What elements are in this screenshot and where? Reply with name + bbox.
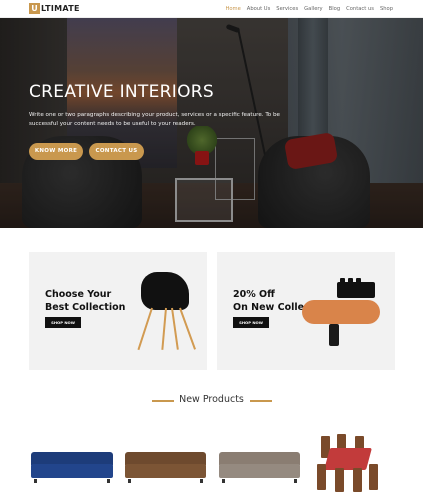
sofa-seat bbox=[125, 464, 206, 478]
sofa-seat bbox=[219, 464, 300, 478]
product-brown-sofa[interactable] bbox=[125, 452, 206, 483]
nav-services[interactable]: Services bbox=[276, 6, 298, 12]
dining-table bbox=[324, 448, 372, 470]
logo-text: LTIMATE bbox=[41, 4, 80, 13]
sofa-foot bbox=[200, 479, 203, 483]
hero-title: CREATIVE INTERIORS bbox=[29, 82, 214, 102]
title-divider-right bbox=[250, 400, 272, 402]
logo[interactable]: U LTIMATE bbox=[29, 3, 80, 14]
nav-gallery[interactable]: Gallery bbox=[304, 6, 322, 12]
chair-image bbox=[141, 272, 189, 310]
nav-home[interactable]: Home bbox=[225, 6, 240, 12]
product-grey-sofa[interactable] bbox=[219, 452, 300, 483]
site-header: U LTIMATE Home About Us Services Gallery… bbox=[0, 0, 423, 18]
hook-peg bbox=[348, 278, 353, 286]
logo-mark: U bbox=[29, 3, 40, 14]
dining-chair bbox=[335, 468, 344, 492]
dining-chair bbox=[369, 464, 378, 490]
hook-peg bbox=[340, 278, 345, 286]
product-blue-sofa[interactable] bbox=[31, 452, 113, 483]
sofa-foot bbox=[107, 479, 110, 483]
hook-clip-bottom bbox=[329, 324, 339, 346]
know-more-button[interactable]: KNOW MORE bbox=[29, 143, 83, 160]
promo-title-line1: Choose Your bbox=[45, 289, 112, 300]
hero-section: CREATIVE INTERIORS Write one or two para… bbox=[0, 18, 423, 228]
chair-leg bbox=[161, 307, 167, 350]
sofa-foot bbox=[128, 479, 131, 483]
hook-peg bbox=[356, 278, 361, 286]
promo-card-discount[interactable]: 20% Off On New Collection SHOP NOW bbox=[217, 252, 395, 370]
nav-about-us[interactable]: About Us bbox=[247, 6, 271, 12]
sofa-seat bbox=[31, 464, 113, 478]
shop-now-button[interactable]: SHOP NOW bbox=[233, 317, 269, 328]
sofa-foot bbox=[34, 479, 37, 483]
product-dining-set[interactable] bbox=[315, 434, 380, 494]
chair-leg bbox=[137, 307, 153, 351]
hook-rack-image bbox=[302, 300, 380, 324]
nav-shop[interactable]: Shop bbox=[380, 6, 393, 12]
nav-blog[interactable]: Blog bbox=[329, 6, 340, 12]
promo-card-collection[interactable]: Choose Your Best Collection SHOP NOW bbox=[29, 252, 207, 370]
promo-title-line2: Best Collection bbox=[45, 302, 126, 313]
promo-card-title: Choose Your Best Collection bbox=[45, 288, 125, 314]
nav-contact-us[interactable]: Contact us bbox=[346, 6, 374, 12]
shop-now-button[interactable]: SHOP NOW bbox=[45, 317, 81, 328]
sofa-foot bbox=[222, 479, 225, 483]
main-nav: Home About Us Services Gallery Blog Cont… bbox=[219, 0, 393, 18]
dining-chair bbox=[317, 464, 326, 490]
hero-description: Write one or two paragraphs describing y… bbox=[29, 112, 280, 127]
sofa-foot bbox=[294, 479, 297, 483]
dining-chair bbox=[353, 468, 362, 492]
new-products-title: New Products bbox=[179, 394, 244, 405]
chair-leg bbox=[171, 307, 179, 350]
chair-leg bbox=[179, 307, 196, 350]
contact-us-button[interactable]: CONTACT US bbox=[89, 143, 144, 160]
